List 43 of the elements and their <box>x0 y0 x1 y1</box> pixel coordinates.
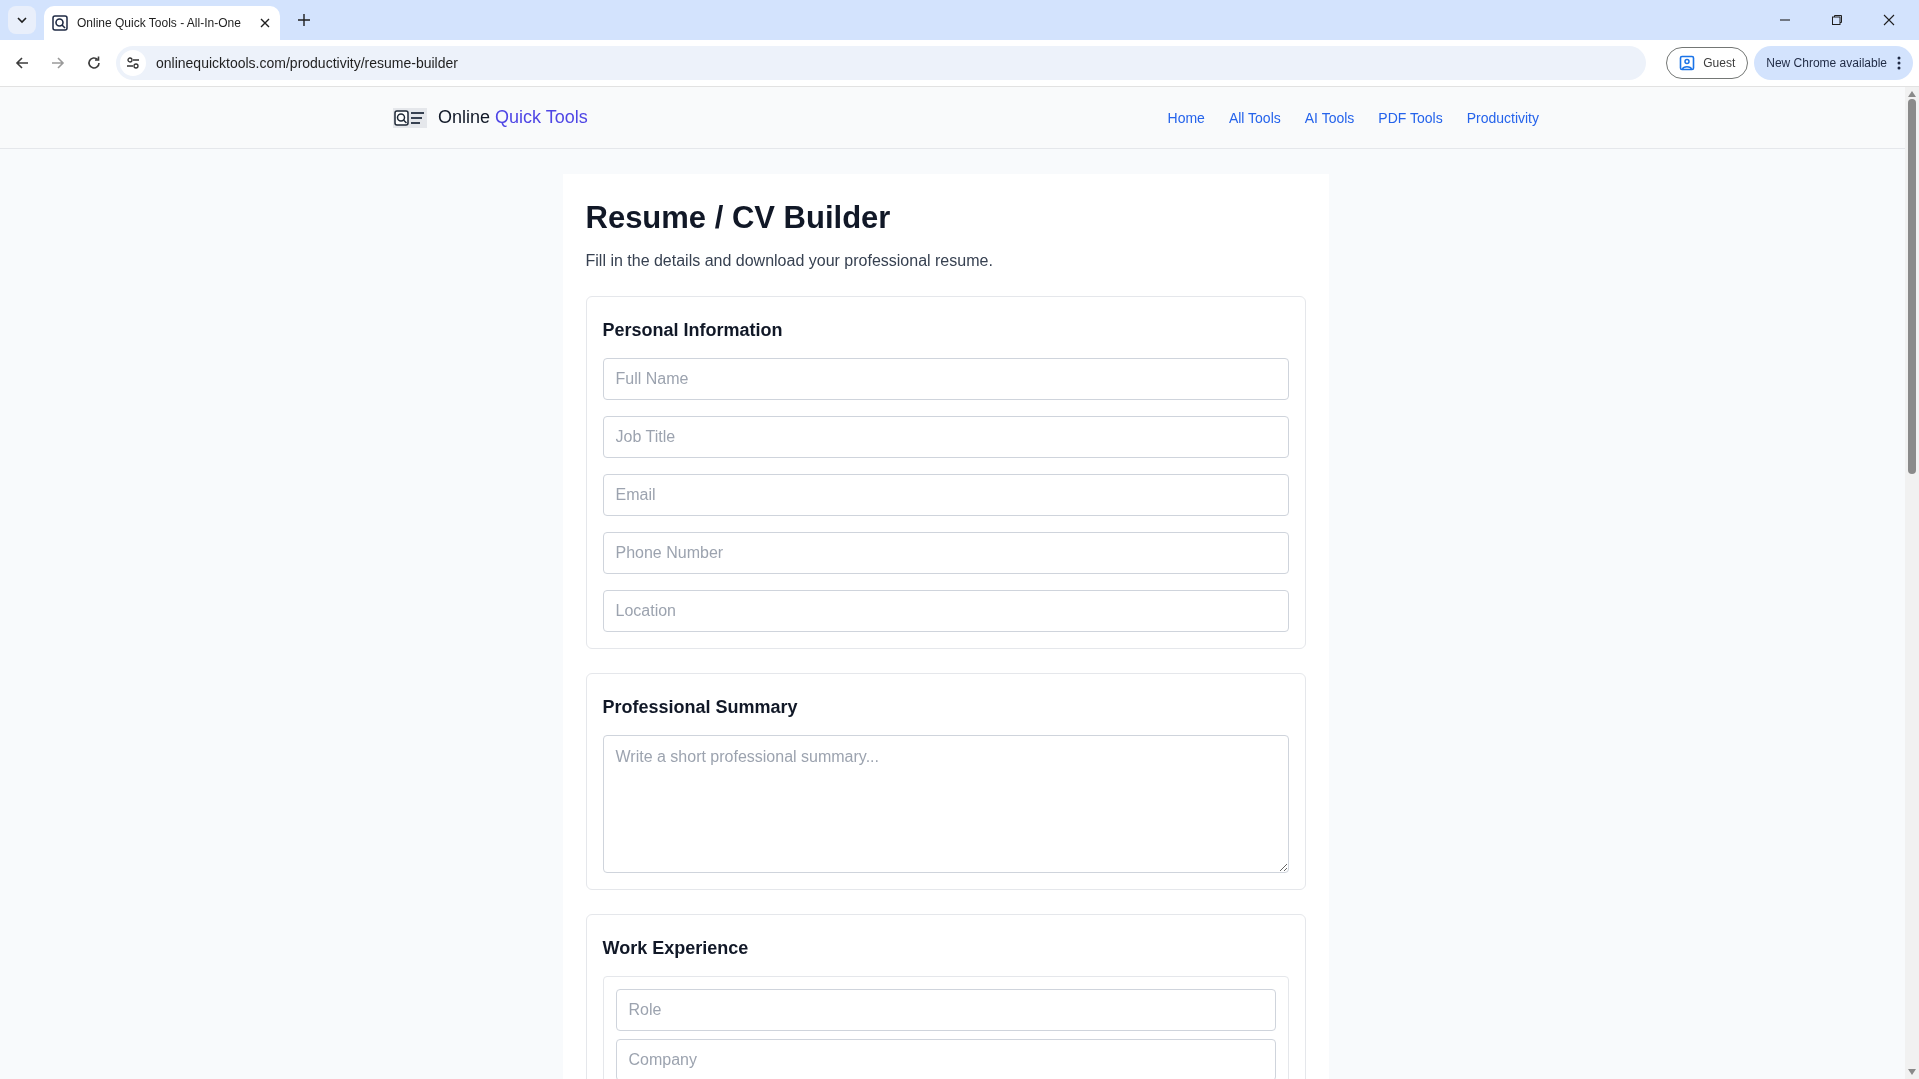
forward-icon[interactable] <box>50 55 66 71</box>
site-settings-icon[interactable] <box>120 50 146 76</box>
tab-title: Online Quick Tools - All-In-One <box>77 16 242 30</box>
input-field[interactable]: Company <box>615 1039 1276 1079</box>
restore-icon[interactable] <box>1831 14 1843 26</box>
new-tab-icon[interactable] <box>298 14 310 26</box>
update-chip[interactable]: New Chrome available <box>1754 46 1913 80</box>
profile-button[interactable]: Guest <box>1666 47 1749 79</box>
input-field[interactable]: Email <box>602 474 1289 516</box>
section-title: Personal Information <box>602 319 784 342</box>
person-icon <box>1679 55 1696 71</box>
back-icon[interactable] <box>14 55 30 71</box>
scroll-down-icon[interactable] <box>1908 1069 1916 1075</box>
input-field[interactable]: Role <box>615 989 1276 1031</box>
url-text: onlinequicktools.com/productivity/resume-builder <box>156 55 458 71</box>
scrollbar-thumb[interactable] <box>1908 99 1916 474</box>
section-title: Professional Summary <box>602 696 799 719</box>
magnifier-favicon-icon <box>52 15 68 31</box>
nav-link[interactable]: Productivity <box>1466 109 1539 126</box>
input-field[interactable]: Full Name <box>602 358 1289 400</box>
input-field[interactable]: Phone Number <box>602 532 1289 574</box>
site-brand[interactable]: Online Quick Tools <box>438 107 588 128</box>
textarea-field[interactable]: Write a short professional summary... <box>602 735 1289 873</box>
scrollbar[interactable] <box>1905 87 1919 1079</box>
chevron-down-icon <box>16 14 28 26</box>
page-subtitle: Fill in the details and download your professional resume. <box>585 252 994 270</box>
section-title: Work Experience <box>602 937 750 960</box>
nav-link[interactable]: All Tools <box>1228 109 1281 126</box>
browser-tab[interactable]: Online Quick Tools - All-In-One <box>44 6 280 40</box>
more-icon <box>1897 56 1901 70</box>
nav-link[interactable]: AI Tools <box>1304 109 1355 126</box>
scroll-up-icon[interactable] <box>1908 91 1916 97</box>
nav-link[interactable]: Home <box>1167 109 1205 126</box>
nav-link[interactable]: PDF Tools <box>1378 109 1443 126</box>
close-window-icon[interactable] <box>1883 14 1895 26</box>
tab-search-button[interactable] <box>8 6 36 34</box>
address-bar[interactable]: onlinequicktools.com/productivity/resume-builder <box>116 46 1647 80</box>
page-title: Resume / CV Builder <box>585 199 892 237</box>
logo-icon[interactable] <box>393 107 427 128</box>
reload-icon[interactable] <box>86 55 102 71</box>
close-icon[interactable] <box>260 18 270 28</box>
input-field[interactable]: Location <box>602 590 1289 632</box>
input-field[interactable]: Job Title <box>602 416 1289 458</box>
